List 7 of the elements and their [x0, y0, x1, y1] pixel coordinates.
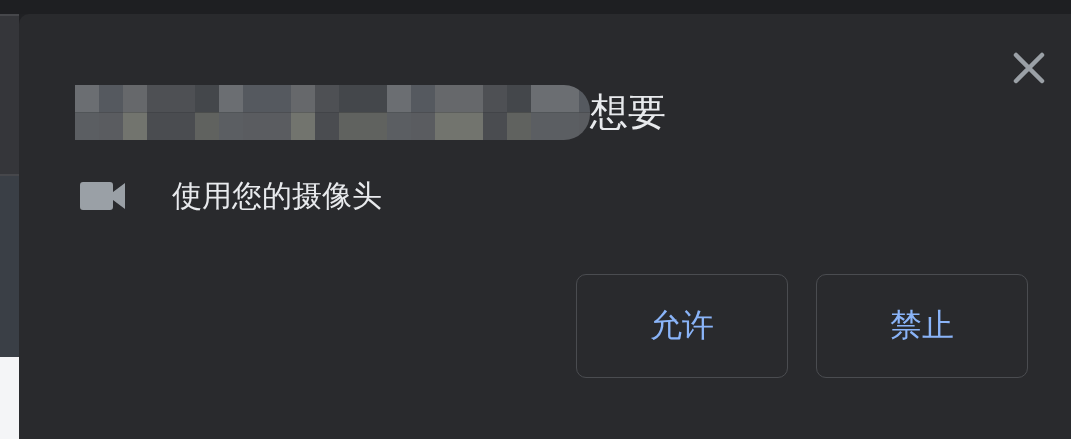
close-icon: [1013, 52, 1045, 84]
video-camera-icon: [80, 182, 125, 210]
close-button[interactable]: [1013, 52, 1045, 84]
dialog-title: 想要: [590, 89, 666, 136]
dialog-button[interactable]: 禁止: [816, 274, 1028, 378]
permission-text: 使用您的摄像头: [172, 177, 382, 215]
dialog-button[interactable]: 允许: [576, 274, 788, 378]
